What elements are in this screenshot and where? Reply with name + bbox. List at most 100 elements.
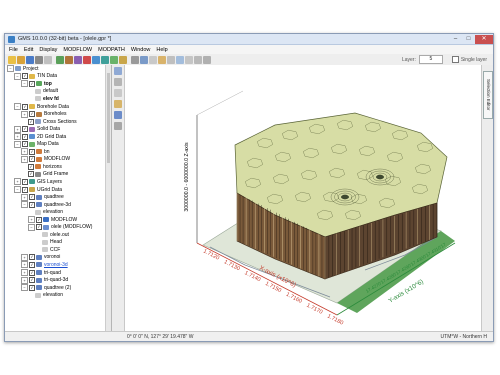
front-view-icon[interactable]: [194, 55, 202, 64]
tree-item[interactable]: + ✓ GIS Layers: [5, 178, 111, 186]
collapse-icon[interactable]: −: [14, 103, 21, 110]
tree-item[interactable]: − ✓ olele (MODFLOW): [5, 223, 111, 231]
tree-item[interactable]: CCF: [5, 246, 111, 254]
undo-icon[interactable]: [44, 55, 52, 64]
tree-item[interactable]: ✓ Cross Sections: [5, 118, 111, 126]
minimize-button[interactable]: –: [449, 35, 462, 44]
select-icon[interactable]: [131, 55, 139, 64]
print-icon[interactable]: [35, 55, 43, 64]
menu-modflow[interactable]: MODFLOW: [63, 47, 92, 53]
tree-item[interactable]: − ✓ quadtree (2): [5, 284, 111, 292]
collapse-icon[interactable]: −: [14, 186, 21, 194]
scroll-thumb[interactable]: [107, 73, 110, 163]
project-explorer[interactable]: − Project − ✓ TIN Data − ✓ top default elev fd − ✓ B…: [5, 65, 112, 332]
zoom-icon[interactable]: [140, 55, 148, 64]
menu-display[interactable]: Display: [39, 47, 57, 53]
tree-item[interactable]: + ✓ Boreholes: [5, 110, 111, 118]
expand-icon[interactable]: +: [14, 178, 21, 186]
tree-item[interactable]: elevation: [5, 291, 111, 299]
expand-icon[interactable]: +: [28, 216, 35, 224]
tree-item[interactable]: elevation: [5, 208, 111, 216]
visibility-checkbox[interactable]: ✓: [22, 73, 28, 80]
visibility-checkbox[interactable]: ✓: [28, 118, 34, 125]
tree-item[interactable]: + ✓ Solid Data: [5, 125, 111, 133]
visibility-checkbox[interactable]: ✓: [22, 133, 28, 140]
visibility-checkbox[interactable]: ✓: [22, 126, 28, 133]
visibility-checkbox[interactable]: ✓: [36, 224, 42, 231]
collapse-icon[interactable]: −: [14, 140, 21, 148]
zoom-tool-icon[interactable]: [114, 78, 122, 86]
tree-scrollbar[interactable]: [105, 65, 111, 332]
new-icon[interactable]: [8, 55, 16, 64]
tree-item[interactable]: − ✓ Map Data: [5, 140, 111, 148]
visibility-checkbox[interactable]: ✓: [29, 148, 35, 155]
tree-item[interactable]: + ✓ tri-quad-3d: [5, 276, 111, 284]
tin-module-icon[interactable]: [56, 55, 64, 64]
visibility-checkbox[interactable]: ✓: [29, 254, 35, 261]
view-3d-icon[interactable]: [176, 55, 184, 64]
tree-item[interactable]: elev fd: [5, 95, 111, 103]
tree-item[interactable]: + ✓ voronoi-3d: [5, 261, 111, 269]
ugrid-module-icon[interactable]: [119, 55, 127, 64]
graphics-window[interactable]: 1.7120 1.7130 1.7140 1.7150 1.7160 1.7170 1.71…: [125, 65, 481, 332]
tree-item[interactable]: − Project: [5, 65, 111, 73]
close-button[interactable]: ✕: [475, 34, 493, 44]
visibility-checkbox[interactable]: ✓: [29, 277, 35, 284]
tree-item[interactable]: olele.out: [5, 231, 111, 239]
tree-item[interactable]: + ✓ MODFLOW: [5, 216, 111, 224]
menu-modpath[interactable]: MODPATH: [98, 47, 125, 53]
menu-window[interactable]: Window: [131, 47, 151, 53]
expand-icon[interactable]: +: [21, 155, 28, 163]
mesh-module-icon[interactable]: [83, 55, 91, 64]
collapse-icon[interactable]: −: [14, 72, 21, 80]
selection-editor-tab[interactable]: Selection Editor: [483, 71, 493, 119]
model-3d-view[interactable]: 1.71201.71301.71401.71501.71601.71701.71…: [125, 65, 475, 330]
tree-item[interactable]: + ✓ MODFLOW: [5, 155, 111, 164]
expand-icon[interactable]: +: [21, 276, 28, 284]
collapse-icon[interactable]: −: [21, 80, 28, 88]
visibility-checkbox[interactable]: ✓: [29, 194, 35, 201]
tree-item[interactable]: − ✓ Borehole Data: [5, 103, 111, 111]
visibility-checkbox[interactable]: ✓: [29, 261, 35, 268]
visibility-checkbox[interactable]: ✓: [22, 141, 28, 148]
tree-item[interactable]: + ✓ tri-quad: [5, 269, 111, 277]
borehole-module-icon[interactable]: [65, 55, 73, 64]
plan-view-icon[interactable]: [185, 55, 193, 64]
select-tool-icon[interactable]: [114, 67, 122, 75]
tree-item[interactable]: + ✓ 2D Grid Data: [5, 133, 111, 141]
open-icon[interactable]: [17, 55, 25, 64]
expand-icon[interactable]: +: [21, 110, 28, 118]
side-view-icon[interactable]: [203, 55, 211, 64]
visibility-checkbox[interactable]: ✓: [36, 216, 42, 223]
visibility-checkbox[interactable]: ✓: [28, 163, 34, 170]
tree-item[interactable]: default: [5, 88, 111, 96]
select-cells-tool-icon[interactable]: [114, 111, 122, 119]
expand-icon[interactable]: +: [21, 193, 28, 201]
tree-item[interactable]: − ✓ quadtree-3d: [5, 201, 111, 209]
grid-module-icon[interactable]: [92, 55, 100, 64]
rotate-icon[interactable]: [158, 55, 166, 64]
tree-item[interactable]: − ✓ UGrid Data: [5, 186, 111, 194]
save-icon[interactable]: [26, 55, 34, 64]
expand-icon[interactable]: +: [21, 261, 28, 269]
layer-spinner[interactable]: 5: [418, 55, 443, 64]
tree-item[interactable]: + ✓ bn: [5, 148, 111, 156]
tree-item[interactable]: ✓ Grid Frame: [5, 171, 111, 179]
tree-item[interactable]: ✓ horizons: [5, 163, 111, 171]
menu-file[interactable]: File: [9, 47, 18, 53]
expand-icon[interactable]: +: [21, 269, 28, 277]
pan-icon[interactable]: [149, 55, 157, 64]
tree-item[interactable]: − ✓ TIN Data: [5, 72, 111, 81]
expand-icon[interactable]: +: [21, 148, 28, 156]
tree-item[interactable]: Head: [5, 239, 111, 247]
visibility-checkbox[interactable]: ✓: [22, 103, 28, 110]
visibility-checkbox[interactable]: ✓: [29, 80, 35, 87]
map-module-icon[interactable]: [110, 55, 118, 64]
visibility-checkbox[interactable]: ✓: [29, 201, 35, 208]
expand-icon[interactable]: +: [14, 133, 21, 141]
visibility-checkbox[interactable]: ✓: [29, 156, 35, 163]
tree-item[interactable]: + ✓ quadtree: [5, 193, 111, 201]
tree-item[interactable]: − ✓ top: [5, 80, 111, 88]
menu-edit[interactable]: Edit: [24, 47, 33, 53]
visibility-checkbox[interactable]: ✓: [28, 171, 34, 178]
